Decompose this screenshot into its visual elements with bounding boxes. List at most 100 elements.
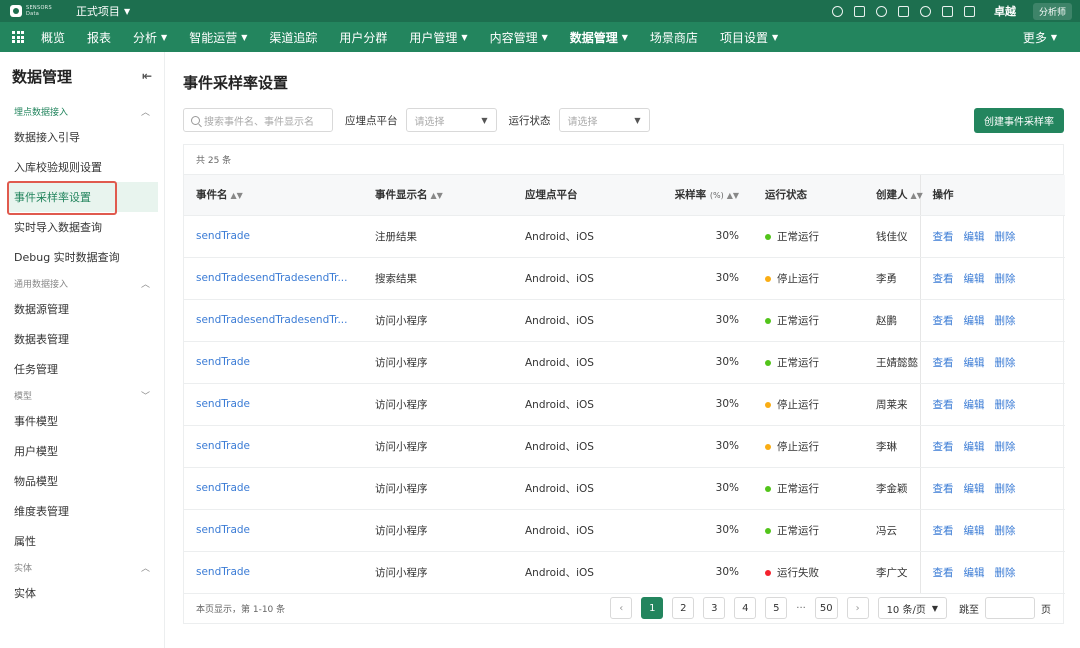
search-input[interactable]: 搜索事件名、事件显示名 — [183, 108, 333, 132]
edit-link[interactable]: 编辑 — [964, 525, 985, 537]
event-name-link[interactable]: sendTrade — [184, 509, 363, 552]
view-link[interactable]: 查看 — [933, 357, 954, 369]
sidebar-item-entity[interactable]: 实体 — [0, 578, 164, 608]
view-link[interactable]: 查看 — [933, 567, 954, 579]
page-1-button[interactable]: 1 — [641, 597, 664, 619]
view-link[interactable]: 查看 — [933, 441, 954, 453]
status-select[interactable]: 请选择 ▼ — [558, 108, 650, 132]
edit-link[interactable]: 编辑 — [964, 567, 985, 579]
sidebar-item-tasks[interactable]: 任务管理 — [0, 354, 164, 384]
event-name-link[interactable]: sendTrade — [184, 425, 363, 468]
edit-link[interactable]: 编辑 — [964, 483, 985, 495]
page-last-button[interactable]: 50 — [814, 597, 838, 619]
sidebar-item-datasource[interactable]: 数据源管理 — [0, 294, 164, 324]
edit-link[interactable]: 编辑 — [964, 399, 985, 411]
nav-scene-store[interactable]: 场景商店 — [639, 22, 709, 52]
view-link[interactable]: 查看 — [933, 315, 954, 327]
page-4-button[interactable]: 4 — [734, 597, 757, 619]
sensors-logo[interactable]: SENSORS Data — [10, 5, 52, 17]
col-rate[interactable]: 采样率 (%) ▲▼ — [633, 175, 753, 216]
sidebar-group-general[interactable]: 通用数据接入 ︿ — [0, 272, 164, 294]
lock-icon[interactable] — [897, 5, 909, 17]
col-creator[interactable]: 创建人 ▲▼ — [864, 175, 923, 216]
event-name-link[interactable]: sendTradesendTradesendTr... — [184, 257, 363, 300]
page-ellipsis[interactable]: ··· — [796, 603, 806, 614]
project-switcher[interactable]: 正式项目 ▼ — [76, 3, 130, 19]
prev-page-button[interactable]: ‹ — [610, 597, 633, 619]
nav-channel-tracking[interactable]: 渠道追踪 — [258, 22, 328, 52]
sidebar-item-realtime-import[interactable]: 实时导入数据查询 — [0, 212, 164, 242]
nav-overview[interactable]: 概览 — [30, 22, 76, 52]
page-2-button[interactable]: 2 — [672, 597, 695, 619]
sidebar-item-dimension-tables[interactable]: 维度表管理 — [0, 496, 164, 526]
jump-page-input[interactable] — [985, 597, 1035, 619]
page-5-button[interactable]: 5 — [765, 597, 788, 619]
view-link[interactable]: 查看 — [933, 399, 954, 411]
page-3-button[interactable]: 3 — [703, 597, 726, 619]
delete-link[interactable]: 删除 — [995, 441, 1016, 453]
create-sampling-rate-button[interactable]: 创建事件采样率 — [974, 108, 1064, 133]
sidebar-item-user-model[interactable]: 用户模型 — [0, 436, 164, 466]
event-name-link[interactable]: sendTrade — [184, 383, 363, 426]
delete-link[interactable]: 删除 — [995, 273, 1016, 285]
user-role-badge[interactable]: 分析师 — [1032, 2, 1072, 20]
event-name-link[interactable]: sendTrade — [184, 341, 363, 384]
nav-user-management[interactable]: 用户管理 ▼ — [398, 22, 478, 52]
delete-link[interactable]: 删除 — [995, 231, 1016, 243]
nav-user-segments[interactable]: 用户分群 — [328, 22, 398, 52]
page-size-select[interactable]: 10 条/页 ▼ — [877, 597, 947, 619]
sidebar-group-model[interactable]: 模型 ﹀ — [0, 384, 164, 406]
event-name-link[interactable]: sendTrade — [184, 467, 363, 510]
edit-link[interactable]: 编辑 — [964, 441, 985, 453]
sidebar-item-debug-realtime[interactable]: Debug 实时数据查询 — [0, 242, 164, 272]
edit-link[interactable]: 编辑 — [964, 315, 985, 327]
sidebar-item-event-model[interactable]: 事件模型 — [0, 406, 164, 436]
col-event-name[interactable]: 事件名 ▲▼ — [184, 175, 363, 216]
collapse-sidebar-icon[interactable]: ⇤ — [142, 69, 152, 83]
edit-link[interactable]: 编辑 — [964, 231, 985, 243]
sort-icon[interactable]: ▲▼ — [911, 191, 923, 200]
bell-icon[interactable] — [875, 5, 887, 17]
monitor-icon[interactable] — [963, 5, 975, 17]
event-name-link[interactable]: sendTradesendTradesendTr... — [184, 299, 363, 342]
nav-data-management[interactable]: 数据管理 ▼ — [559, 22, 639, 52]
nav-reports[interactable]: 报表 — [76, 22, 122, 52]
delete-link[interactable]: 删除 — [995, 399, 1016, 411]
search-icon[interactable] — [831, 5, 843, 17]
event-name-link[interactable]: sendTrade — [184, 551, 363, 594]
view-link[interactable]: 查看 — [933, 231, 954, 243]
sidebar-group-tracking[interactable]: 埋点数据接入 ︿ — [0, 100, 164, 122]
sort-icon[interactable]: ▲▼ — [727, 191, 739, 200]
sidebar-item-item-model[interactable]: 物品模型 — [0, 466, 164, 496]
user-icon[interactable] — [919, 5, 931, 17]
calendar-icon[interactable] — [853, 5, 865, 17]
sort-icon[interactable]: ▲▼ — [231, 191, 243, 200]
platform-select[interactable]: 请选择 ▼ — [405, 108, 497, 132]
delete-link[interactable]: 删除 — [995, 315, 1016, 327]
apps-grid-icon[interactable] — [12, 31, 24, 43]
delete-link[interactable]: 删除 — [995, 483, 1016, 495]
sidebar-item-datatable[interactable]: 数据表管理 — [0, 324, 164, 354]
view-link[interactable]: 查看 — [933, 273, 954, 285]
delete-link[interactable]: 删除 — [995, 567, 1016, 579]
nav-project-settings[interactable]: 项目设置 ▼ — [709, 22, 789, 52]
view-link[interactable]: 查看 — [933, 525, 954, 537]
sort-icon[interactable]: ▲▼ — [431, 191, 443, 200]
user-name[interactable]: 卓越 — [994, 3, 1016, 19]
next-page-button[interactable]: › — [846, 597, 869, 619]
sidebar-group-entity[interactable]: 实体 ︿ — [0, 556, 164, 578]
edit-link[interactable]: 编辑 — [964, 273, 985, 285]
sidebar-item-validation-rules[interactable]: 入库校验规则设置 — [0, 152, 164, 182]
delete-link[interactable]: 删除 — [995, 525, 1016, 537]
sidebar-item-sampling-rate[interactable]: 事件采样率设置 — [8, 182, 158, 212]
nav-content-management[interactable]: 内容管理 ▼ — [479, 22, 559, 52]
edit-link[interactable]: 编辑 — [964, 357, 985, 369]
nav-smart-ops[interactable]: 智能运营 ▼ — [178, 22, 258, 52]
nav-more[interactable]: 更多 ▼ — [1012, 22, 1068, 52]
nav-analysis[interactable]: 分析 ▼ — [122, 22, 178, 52]
event-name-link[interactable]: sendTrade — [184, 215, 363, 258]
delete-link[interactable]: 删除 — [995, 357, 1016, 369]
mobile-icon[interactable] — [941, 5, 953, 17]
sidebar-item-access-guide[interactable]: 数据接入引导 — [0, 122, 164, 152]
view-link[interactable]: 查看 — [933, 483, 954, 495]
